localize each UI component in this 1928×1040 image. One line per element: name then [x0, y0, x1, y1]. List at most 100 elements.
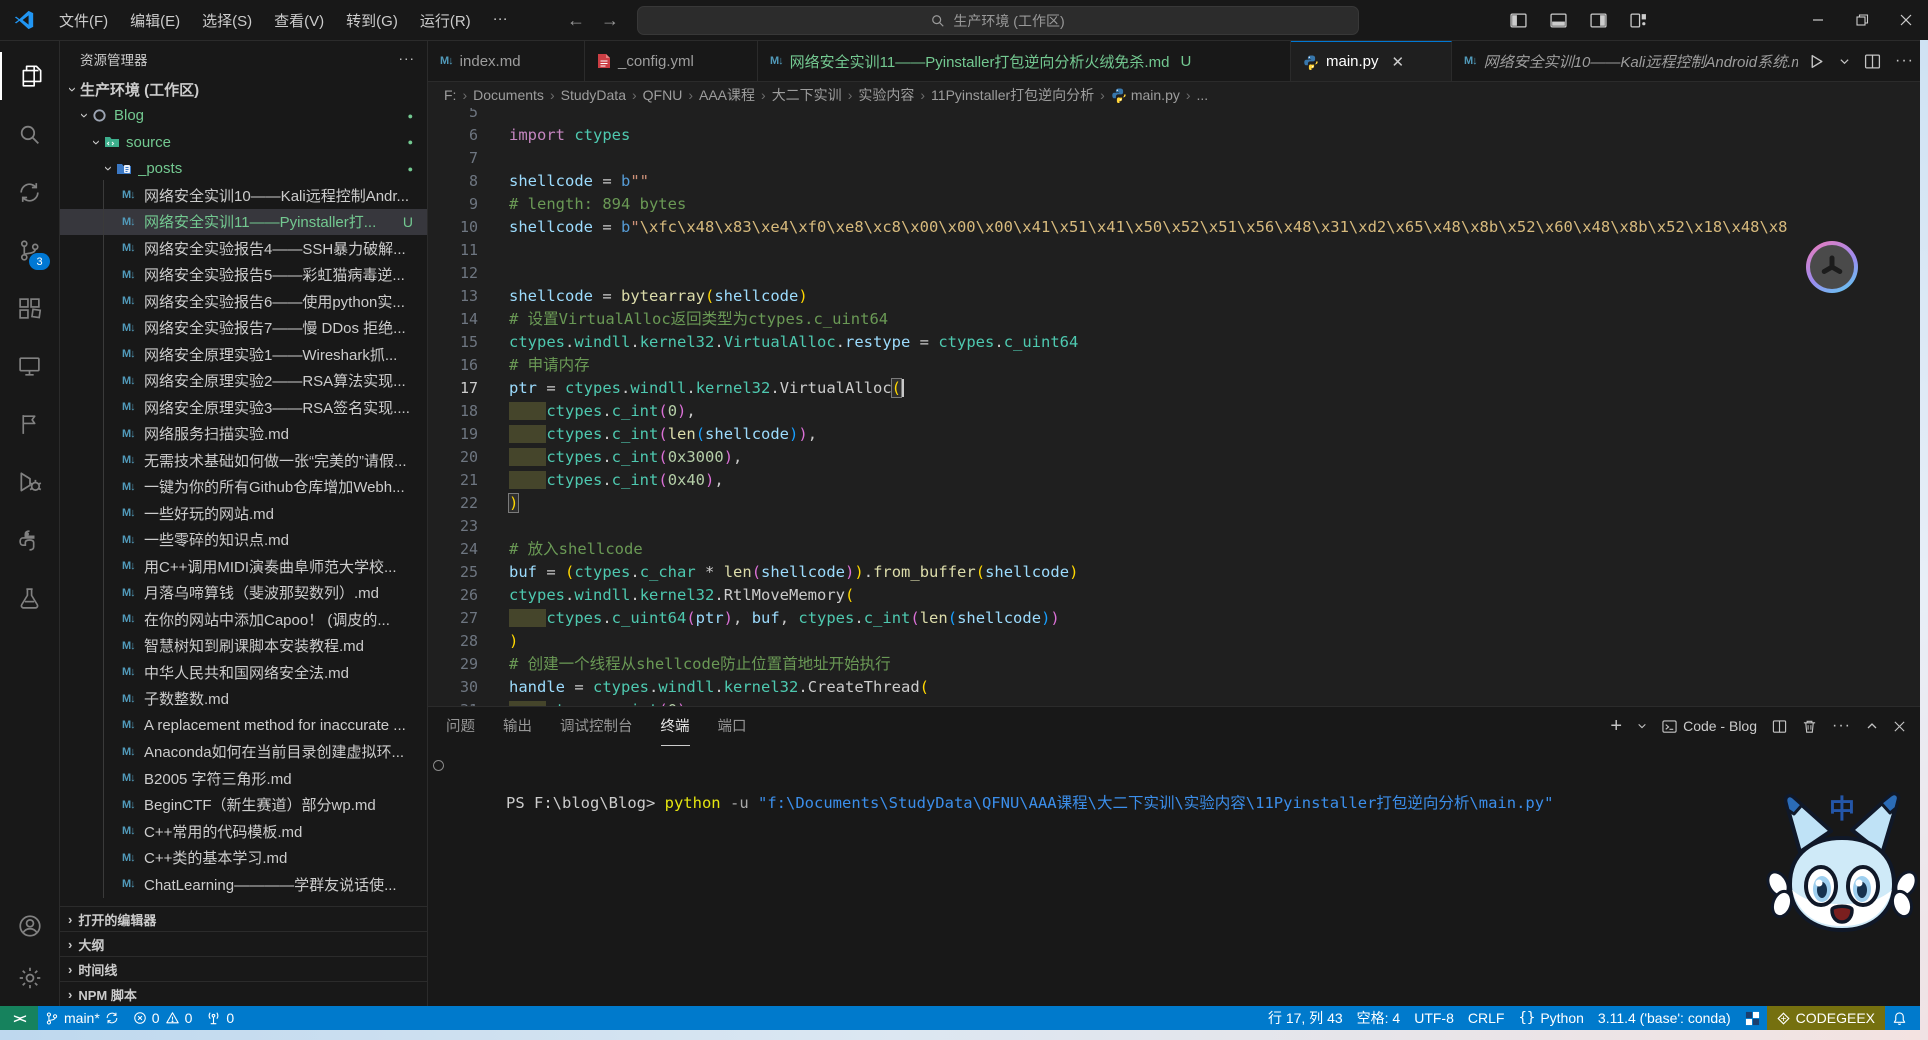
close-icon[interactable]: [1884, 0, 1928, 40]
code-line[interactable]: 20 ctypes.c_int(0x3000),: [428, 446, 1788, 469]
file-item[interactable]: M↓在你的网站中添加Capoo！ (调皮的...: [60, 606, 427, 633]
file-item[interactable]: M↓无需技术基础如何做一张“完美的”请假...: [60, 447, 427, 474]
activity-item-remote-explorer[interactable]: [0, 342, 59, 390]
panel-more-icon[interactable]: ···: [1832, 717, 1851, 735]
activity-item-explorer[interactable]: [0, 52, 61, 100]
toggle-panel-icon[interactable]: [1550, 12, 1580, 29]
file-item[interactable]: M↓网络安全实验报告6——使用python实...: [60, 288, 427, 315]
ports-status[interactable]: 0: [199, 1006, 241, 1030]
menu-item[interactable]: 转到(G): [336, 6, 408, 35]
breadcrumb-item[interactable]: StudyData: [561, 87, 626, 103]
menu-item[interactable]: 文件(F): [49, 6, 118, 35]
code-line[interactable]: 5: [428, 108, 1788, 124]
toggle-sidebar-icon[interactable]: [1510, 12, 1540, 29]
activity-item-account[interactable]: [0, 902, 59, 950]
tree-folder[interactable]: ›_posts●: [60, 156, 427, 183]
file-item[interactable]: M↓中华人民共和国网络安全法.md: [60, 659, 427, 686]
file-item[interactable]: M↓ChatLearning————学群友说话使...: [60, 871, 427, 898]
panel-tab-问题[interactable]: 问题: [446, 707, 475, 746]
problems-status[interactable]: 0 0: [126, 1006, 200, 1030]
terminal-dropdown-icon[interactable]: [1637, 721, 1647, 731]
file-item[interactable]: M↓B2005 字符三角形.md: [60, 765, 427, 792]
extension-status-icon[interactable]: [1738, 1006, 1767, 1030]
maximize-panel-icon[interactable]: [1866, 720, 1878, 732]
sidebar-section-打开的编辑器[interactable]: ›打开的编辑器: [60, 906, 427, 931]
code-line[interactable]: 26ctypes.windll.kernel32.RtlMoveMemory(: [428, 584, 1788, 607]
code-line[interactable]: 9# length: 894 bytes: [428, 193, 1788, 216]
file-item[interactable]: M↓网络安全原理实验2——RSA算法实现...: [60, 368, 427, 395]
tree-root[interactable]: ›生产环境 (工作区): [60, 76, 427, 103]
tree-folder[interactable]: ›Blog●: [60, 103, 427, 130]
file-item[interactable]: M↓网络安全实验报告4——SSH暴力破解...: [60, 235, 427, 262]
code-line[interactable]: 21 ctypes.c_int(0x40),: [428, 469, 1788, 492]
indentation[interactable]: 空格: 4: [1350, 1006, 1408, 1030]
menu-item[interactable]: 编辑(E): [120, 6, 190, 35]
file-item[interactable]: M↓Anaconda如何在当前目录创建虚拟环...: [60, 739, 427, 766]
run-file-icon[interactable]: [1808, 53, 1825, 70]
code-line[interactable]: 11: [428, 239, 1788, 262]
breadcrumb-item[interactable]: AAA课程: [699, 85, 755, 105]
breadcrumb-item[interactable]: QFNU: [643, 87, 683, 103]
code-line[interactable]: 19 ctypes.c_int(len(shellcode)),: [428, 423, 1788, 446]
activity-item-sync[interactable]: [0, 168, 59, 216]
file-item[interactable]: M↓月落乌啼算钱（斐波那契数列）.md: [60, 580, 427, 607]
file-item[interactable]: M↓网络安全原理实验1——Wireshark抓...: [60, 341, 427, 368]
code-line[interactable]: 24# 放入shellcode: [428, 538, 1788, 561]
minimize-icon[interactable]: [1796, 0, 1840, 40]
git-branch-status[interactable]: main*: [38, 1006, 126, 1030]
file-item[interactable]: M↓C++常用的代码模板.md: [60, 818, 427, 845]
activity-item-beaker[interactable]: [0, 574, 59, 622]
breadcrumb-item[interactable]: Documents: [473, 87, 544, 103]
cursor-position[interactable]: 行 17, 列 43: [1261, 1006, 1350, 1030]
file-item[interactable]: M↓BeginCTF（新生赛道）部分wp.md: [60, 792, 427, 819]
breadcrumb-item[interactable]: 实验内容: [858, 85, 914, 105]
command-center[interactable]: 生产环境 (工作区): [637, 6, 1359, 35]
file-item[interactable]: M↓网络安全实验报告7——慢 DDos 拒绝...: [60, 315, 427, 342]
remote-indicator[interactable]: ><: [0, 1006, 38, 1030]
file-item[interactable]: M↓用C++调用MIDI演奏曲阜师范大学校...: [60, 553, 427, 580]
file-item[interactable]: M↓一键为你的所有Github仓库增加Webh...: [60, 474, 427, 501]
tab-_config.yml[interactable]: _config.yml: [585, 41, 758, 81]
close-panel-icon[interactable]: [1893, 720, 1906, 733]
breadcrumb-item[interactable]: 11Pyinstaller打包逆向分析: [931, 85, 1094, 105]
tab-index.md[interactable]: M↓index.md: [428, 41, 585, 81]
file-item[interactable]: M↓A replacement method for inaccurate ..…: [60, 712, 427, 739]
toggle-secondary-sidebar-icon[interactable]: [1590, 12, 1620, 29]
codegeex-status[interactable]: CODEGEEX: [1767, 1006, 1885, 1030]
panel-tab-调试控制台[interactable]: 调试控制台: [560, 707, 633, 746]
code-line[interactable]: 6import ctypes: [428, 124, 1788, 147]
file-item[interactable]: M↓网络服务扫描实验.md: [60, 421, 427, 448]
activity-item-testing-flag[interactable]: [0, 400, 59, 448]
menu-item[interactable]: 运行(R): [410, 6, 481, 35]
codegeex-float-button[interactable]: [1806, 241, 1858, 293]
tab-网络安全实训11——Pyinstaller打包逆向分析火绒免杀.md[interactable]: M↓网络安全实训11——Pyinstaller打包逆向分析火绒免杀.mdU: [758, 41, 1291, 81]
file-item[interactable]: M↓网络安全实训10——Kali远程控制Andr...: [60, 182, 427, 209]
code-line[interactable]: 25buf = (ctypes.c_char * len(shellcode))…: [428, 561, 1788, 584]
code-line[interactable]: 13shellcode = bytearray(shellcode): [428, 285, 1788, 308]
kill-terminal-icon[interactable]: [1802, 719, 1817, 734]
code-line[interactable]: 31 ctypes.c_int(0),: [428, 699, 1788, 706]
breadcrumb-item[interactable]: main.py: [1111, 87, 1180, 103]
python-interpreter[interactable]: 3.11.4 ('base': conda): [1591, 1006, 1738, 1030]
code-editor[interactable]: 56import ctypes78shellcode = b""9# lengt…: [428, 108, 1788, 706]
code-line[interactable]: 14# 设置VirtualAlloc返回类型为ctypes.c_uint64: [428, 308, 1788, 331]
menu-item[interactable]: ···: [483, 6, 518, 35]
breadcrumb-item[interactable]: ...: [1197, 87, 1209, 103]
notifications-bell-icon[interactable]: [1885, 1006, 1914, 1030]
activity-item-source-control[interactable]: 3: [0, 226, 59, 274]
sidebar-section-时间线[interactable]: ›时间线: [60, 956, 427, 981]
split-terminal-icon[interactable]: [1772, 719, 1787, 734]
code-line[interactable]: 17ptr = ctypes.windll.kernel32.VirtualAl…: [428, 377, 1788, 400]
file-item[interactable]: M↓一些好玩的网站.md: [60, 500, 427, 527]
language-mode[interactable]: {} Python: [1511, 1006, 1590, 1030]
nav-back-icon[interactable]: ←: [567, 10, 585, 31]
new-terminal-icon[interactable]: +: [1610, 716, 1622, 736]
code-line[interactable]: 15ctypes.windll.kernel32.VirtualAlloc.re…: [428, 331, 1788, 354]
file-item[interactable]: M↓C++类的基本学习.md: [60, 845, 427, 872]
eol-sequence[interactable]: CRLF: [1461, 1006, 1512, 1030]
encoding[interactable]: UTF-8: [1407, 1006, 1461, 1030]
tab-close-icon[interactable]: ✕: [1392, 53, 1405, 71]
file-item[interactable]: M↓网络安全实训11——Pyinstaller打...U: [60, 209, 427, 236]
run-dropdown-icon[interactable]: [1839, 56, 1850, 67]
tree-folder[interactable]: ›source●: [60, 129, 427, 156]
